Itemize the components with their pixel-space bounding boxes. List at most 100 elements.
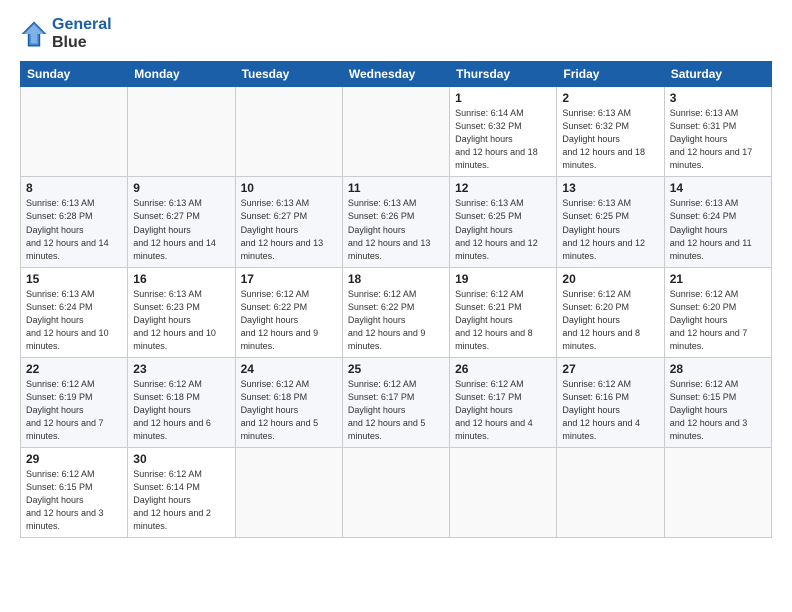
logo-text: General Blue <box>52 16 112 51</box>
calendar-week-1: 1 Sunrise: 6:14 AMSunset: 6:32 PMDaylight… <box>21 87 772 177</box>
day-number: 27 <box>562 362 658 376</box>
day-number: 30 <box>133 452 229 466</box>
calendar-cell: 14 Sunrise: 6:13 AMSunset: 6:24 PMDayligh… <box>664 177 771 267</box>
cell-text: Sunrise: 6:13 AMSunset: 6:23 PMDaylight … <box>133 289 216 351</box>
day-number: 29 <box>26 452 122 466</box>
day-number: 25 <box>348 362 444 376</box>
calendar-cell: 2Sunrise: 6:13 AMSunset: 6:32 PMDaylight… <box>557 87 664 177</box>
calendar-week-2: 8 Sunrise: 6:13 AMSunset: 6:28 PMDaylight… <box>21 177 772 267</box>
cell-text: Sunrise: 6:12 AMSunset: 6:19 PMDaylight … <box>26 379 104 441</box>
calendar-body: 1 Sunrise: 6:14 AMSunset: 6:32 PMDaylight… <box>21 87 772 538</box>
calendar-cell <box>664 448 771 538</box>
day-header-tuesday: Tuesday <box>235 62 342 87</box>
day-number: 1 <box>455 91 551 105</box>
cell-text: Sunrise: 6:12 AMSunset: 6:20 PMDaylight … <box>562 289 640 351</box>
calendar-cell: 1 Sunrise: 6:14 AMSunset: 6:32 PMDaylight… <box>450 87 557 177</box>
cell-text: Sunrise: 6:13 AMSunset: 6:27 PMDaylight … <box>241 198 324 260</box>
calendar-week-5: 29 Sunrise: 6:12 AMSunset: 6:15 PMDayligh… <box>21 448 772 538</box>
calendar-cell: 25 Sunrise: 6:12 AMSunset: 6:17 PMDayligh… <box>342 357 449 447</box>
calendar-cell <box>21 87 128 177</box>
day-number: 10 <box>241 181 337 195</box>
day-number: 20 <box>562 272 658 286</box>
calendar-cell <box>235 87 342 177</box>
calendar-cell: 27 Sunrise: 6:12 AMSunset: 6:16 PMDayligh… <box>557 357 664 447</box>
cell-text: Sunrise: 6:12 AMSunset: 6:22 PMDaylight … <box>348 289 426 351</box>
calendar-header-row: SundayMondayTuesdayWednesdayThursdayFrid… <box>21 62 772 87</box>
cell-text: Sunrise: 6:12 AMSunset: 6:20 PMDaylight … <box>670 289 748 351</box>
main-container: General Blue SundayMondayTuesdayWednesda… <box>0 0 792 550</box>
calendar-cell: 17 Sunrise: 6:12 AMSunset: 6:22 PMDayligh… <box>235 267 342 357</box>
day-header-friday: Friday <box>557 62 664 87</box>
cell-text: Sunrise: 6:13 AMSunset: 6:27 PMDaylight … <box>133 198 216 260</box>
day-number: 8 <box>26 181 122 195</box>
calendar-cell: 29 Sunrise: 6:12 AMSunset: 6:15 PMDayligh… <box>21 448 128 538</box>
cell-text: Sunrise: 6:12 AMSunset: 6:22 PMDaylight … <box>241 289 319 351</box>
day-number: 23 <box>133 362 229 376</box>
calendar-cell: 10 Sunrise: 6:13 AMSunset: 6:27 PMDayligh… <box>235 177 342 267</box>
cell-text: Sunrise: 6:13 AMSunset: 6:26 PMDaylight … <box>348 198 431 260</box>
day-number: 22 <box>26 362 122 376</box>
calendar-cell: 18 Sunrise: 6:12 AMSunset: 6:22 PMDayligh… <box>342 267 449 357</box>
day-number: 13 <box>562 181 658 195</box>
day-number: 12 <box>455 181 551 195</box>
cell-text: Sunrise: 6:13 AMSunset: 6:31 PMDaylight … <box>670 108 753 170</box>
day-number: 3 <box>670 91 766 105</box>
calendar-cell <box>342 448 449 538</box>
day-header-wednesday: Wednesday <box>342 62 449 87</box>
calendar-cell: 9 Sunrise: 6:13 AMSunset: 6:27 PMDaylight… <box>128 177 235 267</box>
day-header-saturday: Saturday <box>664 62 771 87</box>
cell-text: Sunrise: 6:12 AMSunset: 6:17 PMDaylight … <box>455 379 533 441</box>
logo-icon <box>20 20 48 48</box>
calendar-cell: 12 Sunrise: 6:13 AMSunset: 6:25 PMDayligh… <box>450 177 557 267</box>
calendar-cell: 22 Sunrise: 6:12 AMSunset: 6:19 PMDayligh… <box>21 357 128 447</box>
calendar-cell: 23 Sunrise: 6:12 AMSunset: 6:18 PMDayligh… <box>128 357 235 447</box>
calendar-cell: 28 Sunrise: 6:12 AMSunset: 6:15 PMDayligh… <box>664 357 771 447</box>
cell-text: Sunrise: 6:12 AMSunset: 6:14 PMDaylight … <box>133 469 211 531</box>
calendar-cell: 3 Sunrise: 6:13 AMSunset: 6:31 PMDaylight… <box>664 87 771 177</box>
day-number: 15 <box>26 272 122 286</box>
cell-text: Sunrise: 6:12 AMSunset: 6:18 PMDaylight … <box>133 379 211 441</box>
cell-text: Sunrise: 6:12 AMSunset: 6:15 PMDaylight … <box>26 469 104 531</box>
day-number: 26 <box>455 362 551 376</box>
calendar-cell: 30 Sunrise: 6:12 AMSunset: 6:14 PMDayligh… <box>128 448 235 538</box>
day-number: 11 <box>348 181 444 195</box>
cell-text: Sunrise: 6:12 AMSunset: 6:15 PMDaylight … <box>670 379 748 441</box>
calendar-table: SundayMondayTuesdayWednesdayThursdayFrid… <box>20 61 772 538</box>
day-header-thursday: Thursday <box>450 62 557 87</box>
day-number: 17 <box>241 272 337 286</box>
calendar-cell <box>557 448 664 538</box>
cell-text: Sunrise: 6:12 AMSunset: 6:18 PMDaylight … <box>241 379 319 441</box>
calendar-cell: 8 Sunrise: 6:13 AMSunset: 6:28 PMDaylight… <box>21 177 128 267</box>
calendar-week-4: 22 Sunrise: 6:12 AMSunset: 6:19 PMDayligh… <box>21 357 772 447</box>
header: General Blue <box>20 16 772 51</box>
day-header-sunday: Sunday <box>21 62 128 87</box>
cell-text: Sunrise: 6:13 AMSunset: 6:24 PMDaylight … <box>670 198 752 260</box>
cell-text: Sunrise: 6:13 AMSunset: 6:25 PMDaylight … <box>455 198 538 260</box>
calendar-cell <box>128 87 235 177</box>
cell-text: Sunrise: 6:13 AMSunset: 6:25 PMDaylight … <box>562 198 645 260</box>
day-header-monday: Monday <box>128 62 235 87</box>
day-number: 19 <box>455 272 551 286</box>
day-number: 14 <box>670 181 766 195</box>
cell-text: Sunrise: 6:13 AMSunset: 6:28 PMDaylight … <box>26 198 109 260</box>
calendar-cell <box>235 448 342 538</box>
day-number: 9 <box>133 181 229 195</box>
calendar-cell: 19 Sunrise: 6:12 AMSunset: 6:21 PMDayligh… <box>450 267 557 357</box>
cell-text: Sunrise: 6:12 AMSunset: 6:16 PMDaylight … <box>562 379 640 441</box>
calendar-cell: 21 Sunrise: 6:12 AMSunset: 6:20 PMDayligh… <box>664 267 771 357</box>
logo: General Blue <box>20 16 112 51</box>
calendar-cell <box>342 87 449 177</box>
day-number: 21 <box>670 272 766 286</box>
calendar-week-3: 15Sunrise: 6:13 AMSunset: 6:24 PMDayligh… <box>21 267 772 357</box>
day-number: 28 <box>670 362 766 376</box>
cell-text: Sunrise: 6:14 AMSunset: 6:32 PMDaylight … <box>455 108 538 170</box>
cell-text: Sunrise: 6:12 AMSunset: 6:21 PMDaylight … <box>455 289 533 351</box>
calendar-cell: 20 Sunrise: 6:12 AMSunset: 6:20 PMDayligh… <box>557 267 664 357</box>
cell-text: Sunrise: 6:12 AMSunset: 6:17 PMDaylight … <box>348 379 426 441</box>
calendar-cell: 15Sunrise: 6:13 AMSunset: 6:24 PMDayligh… <box>21 267 128 357</box>
day-number: 2 <box>562 91 658 105</box>
calendar-cell: 26 Sunrise: 6:12 AMSunset: 6:17 PMDayligh… <box>450 357 557 447</box>
day-number: 18 <box>348 272 444 286</box>
calendar-cell: 13 Sunrise: 6:13 AMSunset: 6:25 PMDayligh… <box>557 177 664 267</box>
calendar-cell: 24Sunrise: 6:12 AMSunset: 6:18 PMDayligh… <box>235 357 342 447</box>
